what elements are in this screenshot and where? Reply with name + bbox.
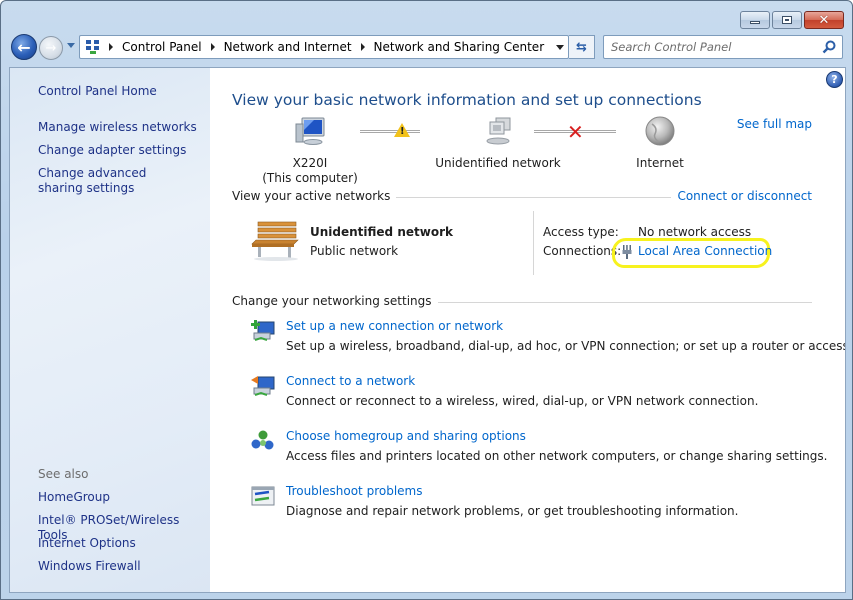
setup-connection-link[interactable]: Set up a new connection or network	[286, 319, 503, 333]
breadcrumb-separator-icon[interactable]	[360, 43, 365, 51]
maximize-button[interactable]	[772, 11, 802, 29]
internet-label: Internet	[636, 156, 684, 170]
map-node-internet[interactable]: Internet	[620, 116, 700, 171]
public-network-bench-icon	[251, 221, 299, 261]
troubleshoot-icon	[251, 486, 275, 506]
map-link-computer-network	[360, 130, 420, 133]
connect-network-icon	[251, 376, 275, 396]
breadcrumb: Control Panel Network and Internet Netwo…	[107, 40, 544, 54]
back-button[interactable]: ←	[11, 34, 37, 60]
forward-button[interactable]: →	[39, 36, 63, 60]
breadcrumb-control-panel[interactable]: Control Panel	[122, 40, 202, 54]
active-networks-label: View your active networks	[232, 189, 397, 203]
connect-network-link[interactable]: Connect to a network	[286, 374, 415, 388]
maximize-icon	[782, 16, 792, 24]
setup-connection-description: Set up a wireless, broadband, dial-up, a…	[286, 339, 846, 353]
map-node-computer[interactable]: X220I (This computer)	[255, 116, 365, 186]
close-icon: ✕	[818, 12, 830, 28]
map-node-network[interactable]: Unidentified network	[428, 116, 568, 171]
warning-mark: !	[400, 126, 405, 137]
computer-icon	[295, 117, 325, 145]
search-input[interactable]	[604, 36, 814, 58]
see-full-map-link[interactable]: See full map	[737, 117, 812, 131]
sidebar: Control Panel Home Manage wireless netwo…	[10, 68, 210, 592]
minimize-icon	[750, 21, 760, 24]
sidebar-control-panel-home[interactable]: Control Panel Home	[38, 84, 157, 99]
disconnected-x-icon[interactable]: ✕	[567, 122, 584, 142]
breadcrumb-network-and-internet[interactable]: Network and Internet	[224, 40, 352, 54]
caption-buttons: ✕	[740, 11, 844, 29]
computer-name: X220I	[292, 156, 328, 170]
control-panel-icon	[85, 39, 101, 55]
breadcrumb-network-sharing-center[interactable]: Network and Sharing Center	[374, 40, 545, 54]
close-button[interactable]: ✕	[804, 11, 844, 29]
connect-network-description: Connect or reconnect to a wireless, wire…	[286, 394, 759, 408]
refresh-icon: ⇆	[576, 39, 587, 55]
network-icon	[486, 117, 511, 145]
search-icon[interactable]	[822, 40, 836, 54]
connect-or-disconnect-link[interactable]: Connect or disconnect	[671, 189, 812, 203]
access-type-label: Access type:	[543, 225, 619, 239]
recent-pages-dropdown[interactable]	[67, 43, 75, 48]
sidebar-change-adapter-settings[interactable]: Change adapter settings	[38, 143, 186, 158]
new-connection-icon	[251, 320, 275, 341]
forward-arrow-icon: →	[45, 40, 57, 56]
homegroup-description: Access files and printers located on oth…	[286, 449, 828, 463]
troubleshoot-description: Diagnose and repair network problems, or…	[286, 504, 739, 518]
address-dropdown-icon[interactable]	[556, 45, 564, 50]
window-frame: ✕ ← → Control Panel Network and Internet…	[0, 0, 853, 600]
breadcrumb-separator-icon[interactable]	[210, 43, 215, 51]
vertical-divider	[533, 211, 534, 275]
sidebar-homegroup[interactable]: HomeGroup	[38, 490, 110, 505]
local-area-connection-link[interactable]: Local Area Connection	[638, 244, 772, 258]
connections-label: Connections:	[543, 244, 622, 258]
breadcrumb-separator-icon[interactable]	[109, 43, 113, 51]
minimize-button[interactable]	[740, 11, 770, 29]
active-network-name: Unidentified network	[310, 225, 453, 239]
sidebar-change-advanced-sharing[interactable]: Change advanced sharing settings	[38, 166, 188, 196]
globe-icon	[645, 116, 675, 146]
access-type-value: No network access	[638, 225, 752, 239]
back-arrow-icon: ←	[17, 37, 31, 57]
network-name: Unidentified network	[435, 156, 561, 170]
main-content: ? View your basic network information an…	[210, 68, 845, 592]
see-also-label: See also	[38, 467, 89, 481]
sidebar-manage-wireless-networks[interactable]: Manage wireless networks	[38, 120, 197, 135]
computer-subtitle: (This computer)	[262, 171, 358, 185]
search-box[interactable]	[603, 35, 843, 59]
client-area: Control Panel Home Manage wireless netwo…	[9, 67, 846, 593]
help-icon[interactable]: ?	[826, 71, 843, 88]
ethernet-plug-icon	[622, 245, 632, 259]
active-network-type[interactable]: Public network	[310, 244, 398, 258]
sidebar-windows-firewall[interactable]: Windows Firewall	[38, 559, 141, 574]
page-title: View your basic network information and …	[232, 91, 702, 109]
networking-settings-label: Change your networking settings	[232, 294, 438, 308]
troubleshoot-link[interactable]: Troubleshoot problems	[286, 484, 422, 498]
address-bar[interactable]: Control Panel Network and Internet Netwo…	[79, 35, 569, 59]
sidebar-internet-options[interactable]: Internet Options	[38, 536, 136, 551]
homegroup-link[interactable]: Choose homegroup and sharing options	[286, 429, 526, 443]
refresh-button[interactable]: ⇆	[569, 35, 595, 59]
homegroup-icon	[251, 430, 274, 450]
